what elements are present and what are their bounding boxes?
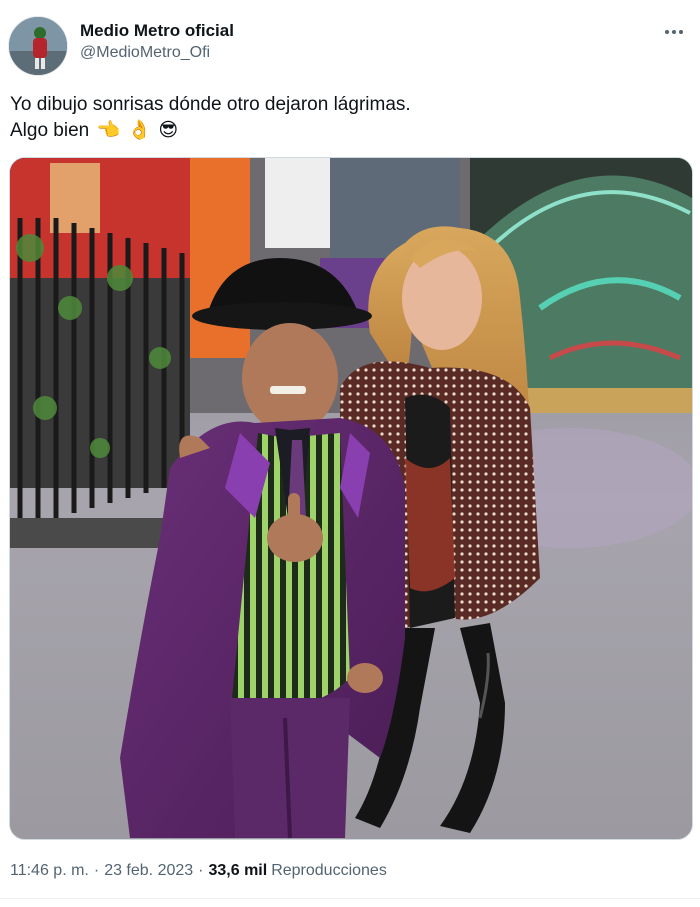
tweet-meta: 11:46 p. m. · 23 feb. 2023 · 33,6 mil Reprodu… (10, 860, 387, 882)
views-count: 33,6 mil (208, 862, 268, 879)
more-options-icon[interactable] (660, 20, 688, 44)
tweet: Medio Metro oficial @MedioMetro_Ofi Yo d… (0, 0, 700, 907)
meta-separator: · (93, 862, 100, 879)
ok-hand-emoji-icon: 👌 (127, 120, 152, 141)
display-name[interactable]: Medio Metro oficial (80, 20, 234, 42)
divider (0, 898, 700, 899)
pointing-left-emoji-icon: 👈 (96, 120, 121, 141)
tweet-text-line-2: Algo bien 👈 👌 😎 (10, 118, 690, 144)
meta-separator-2: · (198, 862, 204, 879)
tweet-text: Yo dibujo sonrisas dónde otro dejaron lá… (10, 92, 690, 144)
tweet-text-line-2-label: Algo bien (10, 120, 90, 141)
author-names: Medio Metro oficial @MedioMetro_Ofi (80, 20, 234, 64)
tweet-text-line-1: Yo dibujo sonrisas dónde otro dejaron lá… (10, 94, 411, 115)
views-label: Reproducciones (271, 862, 387, 879)
tweet-time[interactable]: 11:46 p. m. (10, 862, 89, 879)
tweet-photo[interactable] (9, 157, 693, 840)
avatar[interactable] (8, 16, 68, 76)
user-handle[interactable]: @MedioMetro_Ofi (80, 42, 234, 64)
sunglasses-emoji-icon: 😎 (158, 120, 179, 141)
photo-illustration (10, 158, 692, 839)
tweet-header: Medio Metro oficial @MedioMetro_Ofi (8, 14, 692, 78)
tweet-date[interactable]: 23 feb. 2023 (104, 862, 193, 879)
